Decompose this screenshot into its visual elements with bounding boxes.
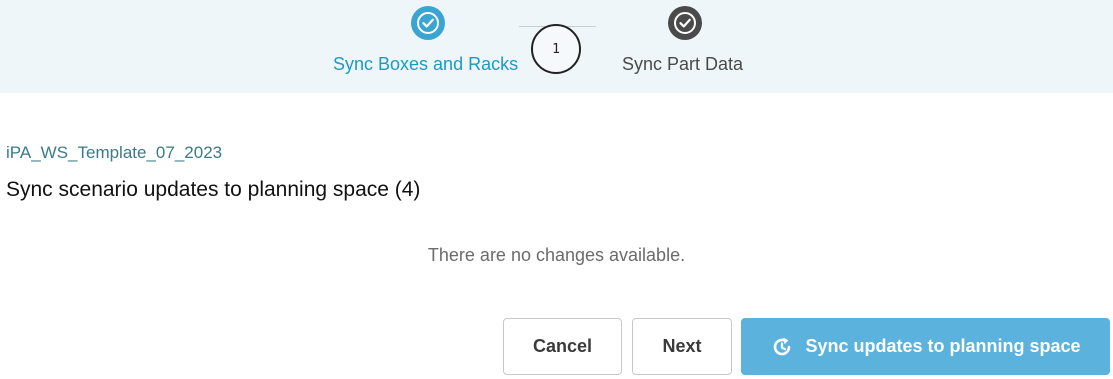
step-2-label[interactable]: Sync Part Data	[622, 53, 743, 75]
sync-updates-button-label: Sync updates to planning space	[805, 336, 1081, 356]
step-1-label[interactable]: Sync Boxes and Racks	[333, 53, 518, 75]
annotation-marker: 1	[531, 24, 581, 74]
step-1-check-circle-icon[interactable]	[411, 6, 445, 40]
scenario-name: iPA_WS_Template_07_2023	[6, 143, 223, 162]
cancel-button-label: Cancel	[532, 336, 593, 356]
stepper-header: Sync Boxes and Racks Sync Part Data 1	[0, 0, 1113, 93]
next-button[interactable]: Next	[632, 318, 732, 375]
sync-icon	[770, 335, 794, 359]
sync-updates-button[interactable]: Sync updates to planning space	[741, 318, 1110, 375]
next-button-label: Next	[662, 336, 702, 356]
step-2-check-circle-icon[interactable]	[668, 6, 702, 40]
cancel-button[interactable]: Cancel	[503, 318, 622, 375]
page-title: Sync scenario updates to planning space …	[6, 178, 421, 201]
sync-dialog: Sync Boxes and Racks Sync Part Data 1 iP…	[0, 0, 1113, 379]
empty-state-message: There are no changes available.	[427, 245, 686, 265]
